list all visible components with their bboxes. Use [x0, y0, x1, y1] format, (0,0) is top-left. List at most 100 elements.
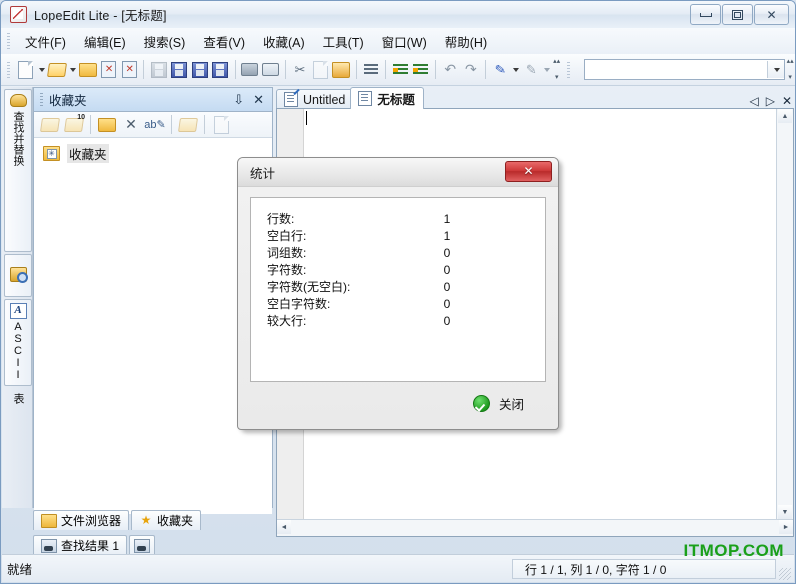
- close-all-button[interactable]: ✕: [119, 58, 140, 81]
- menu-tools[interactable]: 工具(T): [314, 29, 373, 54]
- toolbar-overflow-handle-2[interactable]: ▴▴ ▾: [785, 57, 794, 82]
- doc-tab-untitled-en[interactable]: Untitled: [276, 89, 355, 109]
- panel-grip[interactable]: [40, 93, 43, 106]
- copy-button[interactable]: [310, 58, 331, 81]
- scroll-down-icon[interactable]: ▼: [778, 505, 792, 519]
- dialog-title: 统计: [250, 166, 276, 181]
- scroll-left-icon[interactable]: ◄: [277, 520, 291, 534]
- open-favorite-button[interactable]: [38, 114, 62, 135]
- open-file-dropdown-button[interactable]: [67, 58, 77, 81]
- open-folder-button[interactable]: [77, 58, 98, 81]
- tab-file-browser[interactable]: 文件浏览器: [33, 510, 130, 530]
- menu-grip[interactable]: [7, 33, 10, 49]
- tab-find-results-1-label: 查找结果 1: [61, 539, 120, 553]
- close-button[interactable]: ✕: [754, 4, 789, 25]
- dialog-close-action-button[interactable]: 关闭: [467, 391, 530, 416]
- close-file-button[interactable]: ✕: [98, 58, 119, 81]
- redo-button[interactable]: ↷: [461, 58, 482, 81]
- close-icon[interactable]: ✕: [253, 93, 264, 106]
- favorites-folder-icon: ✳: [43, 146, 60, 161]
- stat-value: 0: [443, 296, 451, 311]
- toolbar-separator: [284, 60, 286, 79]
- dialog-close-button[interactable]: ✕: [505, 161, 552, 182]
- properties-button[interactable]: [209, 114, 233, 135]
- new-file-dropdown-button[interactable]: [36, 58, 46, 81]
- open-file-button[interactable]: [46, 58, 68, 81]
- menu-file[interactable]: 文件(F): [16, 29, 75, 54]
- save-as-button[interactable]: [169, 58, 190, 81]
- scroll-right-icon[interactable]: ►: [779, 520, 793, 534]
- vtab-find-icon-only[interactable]: [4, 254, 32, 297]
- resize-grip[interactable]: [779, 568, 791, 580]
- save-remote-icon: [212, 61, 229, 78]
- quick-find-combo[interactable]: [584, 59, 786, 80]
- menu-search[interactable]: 搜索(S): [135, 29, 195, 54]
- clear-format-dropdown-button[interactable]: [542, 58, 552, 81]
- doc-tab-untitled-cn[interactable]: 无标题: [350, 87, 424, 109]
- maximize-button[interactable]: [722, 4, 753, 25]
- print-preview-button[interactable]: [260, 58, 281, 81]
- menu-favorites[interactable]: 收藏(A): [254, 29, 314, 54]
- indent-increase-button[interactable]: [390, 58, 411, 81]
- toolbar-separator: [485, 60, 487, 79]
- new-file-icon: [18, 60, 34, 79]
- vtab-find-replace[interactable]: 查找并替换: [4, 89, 32, 252]
- paste-button[interactable]: [331, 58, 352, 81]
- menu-window[interactable]: 窗口(W): [373, 29, 436, 54]
- stat-value: 0: [443, 262, 451, 277]
- window-title: LopeEdit Lite - [无标题]: [34, 9, 167, 23]
- toolbar-grip[interactable]: [7, 61, 10, 78]
- delete-button[interactable]: ✕: [119, 114, 143, 135]
- cursor-position-status: 行 1 / 1, 列 1 / 0, 字符 1 / 0: [512, 559, 776, 579]
- tab-close-icon[interactable]: ✕: [782, 95, 792, 107]
- undo-button[interactable]: ↶: [440, 58, 461, 81]
- cut-button[interactable]: ✂: [290, 58, 311, 81]
- close-icon: ✕: [766, 7, 777, 22]
- document-icon: [358, 91, 373, 106]
- save-button[interactable]: [148, 58, 169, 81]
- new-file-button[interactable]: [16, 58, 37, 81]
- tab-next-icon[interactable]: ▷: [766, 95, 775, 107]
- stat-label: 字符数:: [267, 263, 307, 277]
- menu-bar: 文件(F) 编辑(E) 搜索(S) 查看(V) 收藏(A) 工具(T) 窗口(W…: [1, 28, 795, 54]
- pin-icon[interactable]: ⇩: [233, 93, 244, 106]
- highlight-dropdown-button[interactable]: [511, 58, 521, 81]
- print-button[interactable]: [240, 58, 261, 81]
- toolbar-grip-2[interactable]: [567, 61, 570, 78]
- rename-icon: ab✎: [144, 119, 166, 131]
- add-favorite-button[interactable]: [176, 114, 200, 135]
- toolbar-separator: [355, 60, 357, 79]
- minimize-button[interactable]: [690, 4, 721, 25]
- new-folder-button[interactable]: [95, 114, 119, 135]
- highlight-button[interactable]: ✎: [490, 58, 511, 81]
- editor-horizontal-scrollbar[interactable]: ◄ ►: [277, 519, 793, 536]
- combo-chevron-down-icon[interactable]: [767, 61, 785, 78]
- open-favorite-10-button[interactable]: 10: [62, 114, 86, 135]
- clear-format-icon: ✎: [525, 62, 537, 77]
- rename-button[interactable]: ab✎: [143, 114, 167, 135]
- tab-prev-icon[interactable]: ◁: [749, 95, 758, 107]
- format-lines-button[interactable]: [360, 58, 381, 81]
- clear-format-button[interactable]: ✎: [521, 58, 542, 81]
- menu-view[interactable]: 查看(V): [194, 29, 254, 54]
- toolbar-overflow-handle[interactable]: ▴▴ ▾: [552, 57, 561, 82]
- hscroll-track[interactable]: [291, 520, 779, 536]
- indent-increase-icon: [392, 63, 408, 76]
- undo-icon: ↶: [444, 61, 457, 77]
- dialog-title-bar: 统计 ✕: [238, 158, 558, 187]
- vtab-ascii-table[interactable]: A ASCII 表: [4, 299, 32, 404]
- save-all-button[interactable]: [189, 58, 210, 81]
- save-remote-button[interactable]: [210, 58, 231, 81]
- stat-label: 词组数:: [267, 246, 307, 260]
- save-all-icon: [191, 61, 208, 78]
- indent-decrease-button[interactable]: [411, 58, 432, 81]
- menu-help[interactable]: 帮助(H): [436, 29, 496, 54]
- save-icon: [150, 61, 167, 78]
- tab-favorites[interactable]: ★ 收藏夹: [131, 510, 202, 530]
- editor-vertical-scrollbar[interactable]: ▲ ▼: [776, 109, 793, 519]
- tab-find-results-2[interactable]: [129, 535, 156, 555]
- menu-edit[interactable]: 编辑(E): [75, 29, 135, 54]
- scroll-up-icon[interactable]: ▲: [778, 109, 792, 123]
- favorites-root-label: 收藏夹: [67, 144, 109, 163]
- tab-find-results-1[interactable]: 查找结果 1: [33, 535, 128, 555]
